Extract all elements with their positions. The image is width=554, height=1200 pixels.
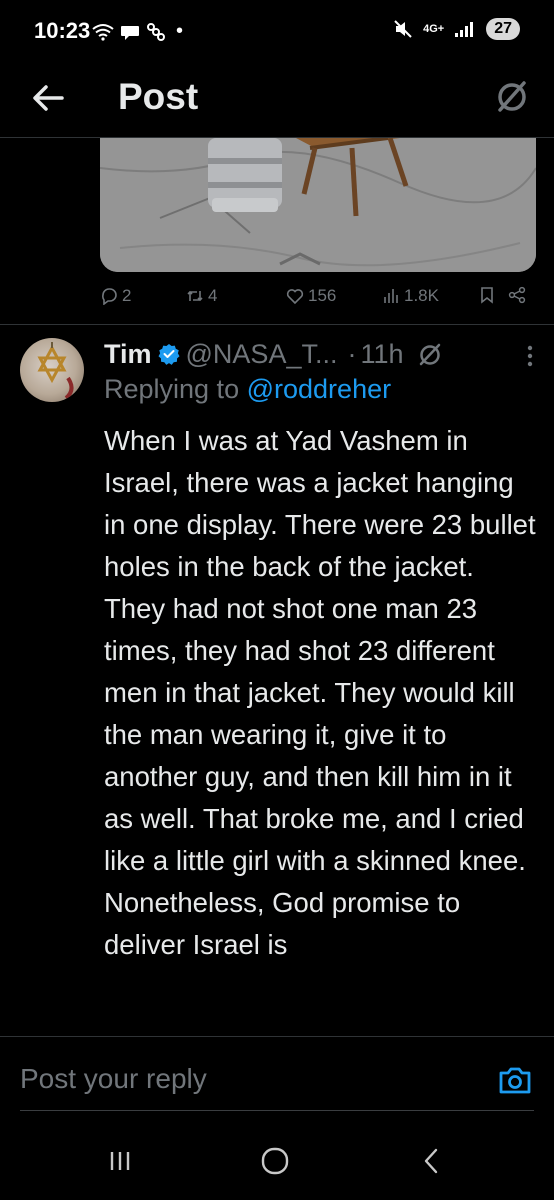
replying-to-mention[interactable]: @roddreher	[247, 374, 391, 404]
home-icon[interactable]	[255, 1146, 295, 1176]
hidden-replies-icon[interactable]	[492, 76, 532, 116]
views-action[interactable]: 1.8K	[382, 286, 439, 306]
network-type: 4G+	[423, 23, 445, 35]
verified-badge-icon	[158, 344, 180, 365]
post-media-image[interactable]	[100, 138, 536, 272]
composer-divider	[20, 1110, 534, 1111]
heart-icon	[286, 289, 304, 305]
battery-indicator: 27	[486, 18, 520, 40]
back-nav-icon[interactable]	[412, 1146, 452, 1176]
views-icon	[384, 289, 398, 303]
bookmark-icon	[481, 287, 493, 304]
reply-composer: Post your reply	[0, 1036, 554, 1116]
replying-to-label: Replying to	[104, 374, 240, 404]
hidden-replies-icon[interactable]	[416, 340, 444, 368]
like-count: 156	[308, 286, 337, 305]
more-options-icon[interactable]	[526, 344, 534, 368]
share-icon	[508, 286, 526, 304]
back-arrow-icon[interactable]	[28, 78, 68, 118]
post-actions: 2 4 156 1.8K	[100, 286, 536, 312]
recent-apps-icon[interactable]	[100, 1146, 140, 1176]
reply-header: Tim @NASA_T... · 11h	[104, 334, 444, 374]
reply-count: 2	[122, 286, 132, 305]
post-timestamp[interactable]: 11h	[360, 339, 403, 370]
like-action[interactable]: 156	[286, 286, 336, 306]
author-handle[interactable]: @NASA_T...	[186, 339, 338, 370]
bookmark-action[interactable]	[478, 286, 496, 304]
repost-count: 4	[208, 286, 218, 305]
reply-action[interactable]: 2	[100, 286, 131, 306]
notification-dot: •	[176, 20, 184, 42]
repost-action[interactable]: 4	[186, 286, 217, 306]
photo-illustration	[100, 138, 536, 272]
system-navigation-bar	[0, 1120, 554, 1200]
separator-dot: ·	[347, 338, 357, 369]
replying-to-line: Replying to @roddreher	[104, 374, 391, 405]
avatar[interactable]	[20, 338, 84, 402]
status-system-icons: 4G+ 27	[393, 18, 520, 40]
author-name[interactable]: Tim	[104, 339, 152, 370]
share-action[interactable]	[508, 286, 526, 304]
post-divider	[0, 324, 554, 325]
views-count: 1.8K	[404, 286, 439, 305]
wifi-icon	[92, 23, 114, 41]
chat-bubble-icon	[121, 25, 139, 40]
status-bar: 10:23 • 4G+ 27	[0, 0, 554, 62]
app-notification-icon	[147, 22, 165, 41]
mute-icon	[394, 20, 412, 38]
status-time: 10:23	[34, 18, 91, 43]
top-app-bar: Post	[0, 62, 554, 138]
repost-icon	[187, 290, 203, 302]
signal-icon	[455, 22, 474, 37]
reply-icon	[102, 288, 117, 305]
reply-input[interactable]: Post your reply	[20, 1063, 207, 1095]
reply-text: When I was at Yad Vashem in Israel, ther…	[104, 425, 536, 960]
camera-icon[interactable]	[498, 1065, 532, 1095]
status-notification-icons: •	[92, 20, 183, 43]
page-title: Post	[118, 76, 199, 117]
star-of-david-pendant-icon	[37, 342, 74, 400]
